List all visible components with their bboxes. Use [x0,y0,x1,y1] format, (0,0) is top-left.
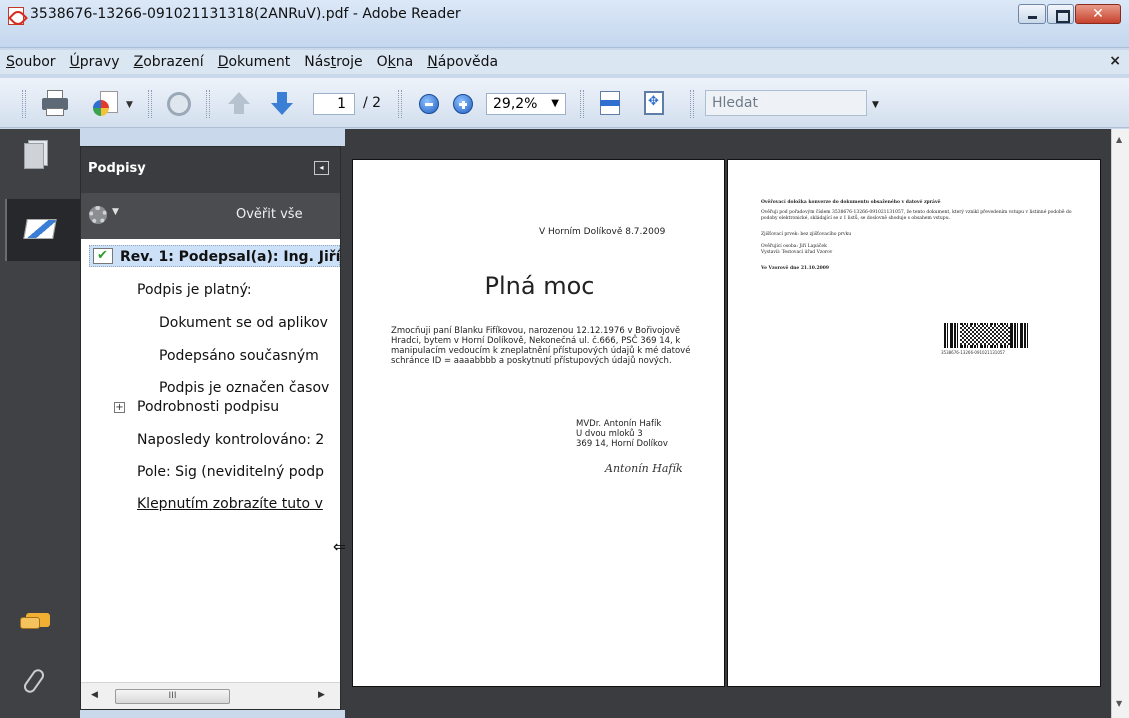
letter-date: V Horním Dolíkově 8.7.2009 [539,227,666,237]
search-input[interactable]: Hledat [705,90,867,116]
toolbar-separator [148,90,152,118]
menu-upravy[interactable]: Úpravy [65,54,125,70]
collaborate-button[interactable] [165,90,193,118]
zoom-level-select[interactable]: 29,2% ▼ [486,93,566,115]
title-bar: 3538676-13266-091021131318(2ANRuV).pdf -… [0,0,1129,48]
minimize-icon [1019,5,1045,23]
scrollbar-thumb[interactable]: III [115,689,230,704]
collaborate-icon [167,92,191,116]
maximize-icon [1048,5,1073,23]
pdf-page-2: Ověřovací doložka konverze do dokumentu … [727,159,1101,687]
pdf-page-1: V Horním Dolíkově 8.7.2009 Plná moc Zmoc… [352,159,725,687]
toolbar-separator [206,90,210,118]
previous-page-button[interactable] [225,90,253,118]
zoom-out-icon [419,94,439,114]
tree-item-signature-details[interactable]: Podrobnosti podpisu [137,396,279,418]
window-title: 3538676-13266-091021131318(2ANRuV).pdf -… [30,6,461,22]
create-pdf-button[interactable] [92,90,122,118]
paperclip-icon [21,666,47,696]
clause-place-date: Ve Vzorově dne 21.10.2009 [761,266,830,271]
clause-heading: Ověřovací doložka konverze do dokumentu … [761,200,941,205]
handwritten-signature: Antonín Hafík [605,462,683,475]
zoom-in-button[interactable] [452,90,474,118]
zoom-in-icon [453,94,473,114]
close-button[interactable]: ✕ [1075,4,1121,24]
scroll-left-icon[interactable]: ◀ [91,690,98,700]
zoom-out-button[interactable] [418,90,440,118]
scroll-right-icon[interactable]: ▶ [318,690,325,700]
verify-all-button[interactable]: Ověřit vše [236,207,303,222]
maximize-button[interactable] [1047,4,1074,24]
tree-item-signature-valid[interactable]: Podpis je platný: [137,279,252,301]
toolbar-separator [22,90,26,118]
comments-panel-button[interactable] [10,607,60,657]
signatures-panel-button[interactable] [5,199,80,261]
signature-valid-icon [93,245,113,267]
menu-soubor[interactable]: Soubor [0,54,61,70]
letter-body: Zmocňuji paní Blanku Fifíkovou, narozeno… [391,326,691,366]
toolbar-separator [690,90,694,118]
minimize-button[interactable] [1018,4,1046,24]
letter-address: MVDr. Antonín Hafík U dvou mloků 3 369 1… [576,419,668,449]
scroll-down-icon[interactable]: ▼ [1116,699,1122,708]
barcode-text: 3538676-13266-091021131057 [941,350,1005,355]
panel-title: Podpisy [88,161,146,176]
panel-toolbar: ▼ Ověřit vše [81,193,340,239]
signature-tree: Rev. 1: Podepsal(a): Ing. Jiří Podpis je… [81,239,340,682]
address-name: MVDr. Antonín Hafík [576,419,662,429]
attachments-panel-button[interactable] [10,664,60,714]
letter-heading: Plná moc [484,272,595,300]
menu-zobrazeni[interactable]: Zobrazení [129,54,209,70]
address-city: 369 14, Horní Dolíkov [576,439,668,449]
print-button[interactable] [40,90,70,118]
menu-nastroje[interactable]: Nástroje [299,54,367,70]
pages-panel-button[interactable] [10,139,60,189]
tree-item-view-version-link[interactable]: Klepnutím zobrazíte tuto v [137,493,323,515]
vertical-scrollbar[interactable]: ▲ ▼ [1111,129,1129,718]
address-street: U dvou mloků 3 [576,429,643,439]
clause-issuer: Vystavil: Testovací úřad Vzorov [761,250,833,255]
clause-security: Zjišťovací prvek: bez zjišťovacího prvku [761,232,852,237]
scroll-up-icon[interactable]: ▲ [1116,135,1122,144]
clause-verifier: Ověřující osoba: Jiří Lapáček [761,244,827,249]
tree-item-field[interactable]: Pole: Sig (neviditelný podp [137,461,324,483]
navigation-pane [0,129,80,718]
chevron-down-icon[interactable]: ▼ [126,100,133,110]
toolbar-separator [398,90,402,118]
menu-dokument[interactable]: Dokument [213,54,296,70]
fit-page-icon [644,91,664,115]
next-page-button[interactable] [268,90,296,118]
tree-item-signed-by-current[interactable]: Podepsáno současným [159,345,319,367]
chevron-down-icon: ▼ [551,98,559,109]
toolbar-separator [580,90,584,118]
fit-width-button[interactable] [598,90,622,118]
clause-paragraph: Ověřuji pod pořadovým číslem 3538676-132… [761,210,1072,221]
tree-item-last-checked[interactable]: Naposledy kontrolováno: 2 [137,429,324,451]
menu-okna[interactable]: Okna [372,54,419,70]
collapse-panel-button[interactable]: ◂ [314,161,329,175]
document-view: V Horním Dolíkově 8.7.2009 Plná moc Zmoc… [345,129,1111,718]
barcode [944,323,1030,348]
tree-item-revision[interactable]: Rev. 1: Podepsal(a): Ing. Jiří [89,245,340,267]
close-document-icon[interactable]: × [1109,53,1121,69]
chevron-down-icon[interactable]: ▼ [112,207,119,217]
arrow-down-icon [271,103,293,115]
fit-page-button[interactable] [642,90,666,118]
panel-header: Podpisy ◂ [81,147,340,193]
signatures-panel: Podpisy ◂ ▼ Ověřit vše Rev. 1: Podepsal(… [80,146,341,710]
adobe-reader-icon [8,7,24,25]
tree-item-document-unmodified[interactable]: Dokument se od aplikov [159,312,328,334]
toolbar: ▼ 1 / 2 29,2%▼ Hledat ▼ [0,78,1129,128]
menu-napoveda[interactable]: Nápověda [422,54,503,70]
horizontal-scrollbar[interactable]: ◀ III ▶ [81,682,340,709]
menu-bar: Soubor Úpravy Zobrazení Dokument Nástroj… [0,50,1129,74]
gear-icon[interactable] [89,206,107,224]
signature-icon [23,219,57,239]
page-total: / 2 [363,95,382,111]
expand-icon[interactable]: + [114,402,125,413]
chevron-down-icon[interactable]: ▼ [872,100,879,110]
page-number-input[interactable]: 1 [313,93,355,115]
close-icon: ✕ [1092,6,1104,22]
